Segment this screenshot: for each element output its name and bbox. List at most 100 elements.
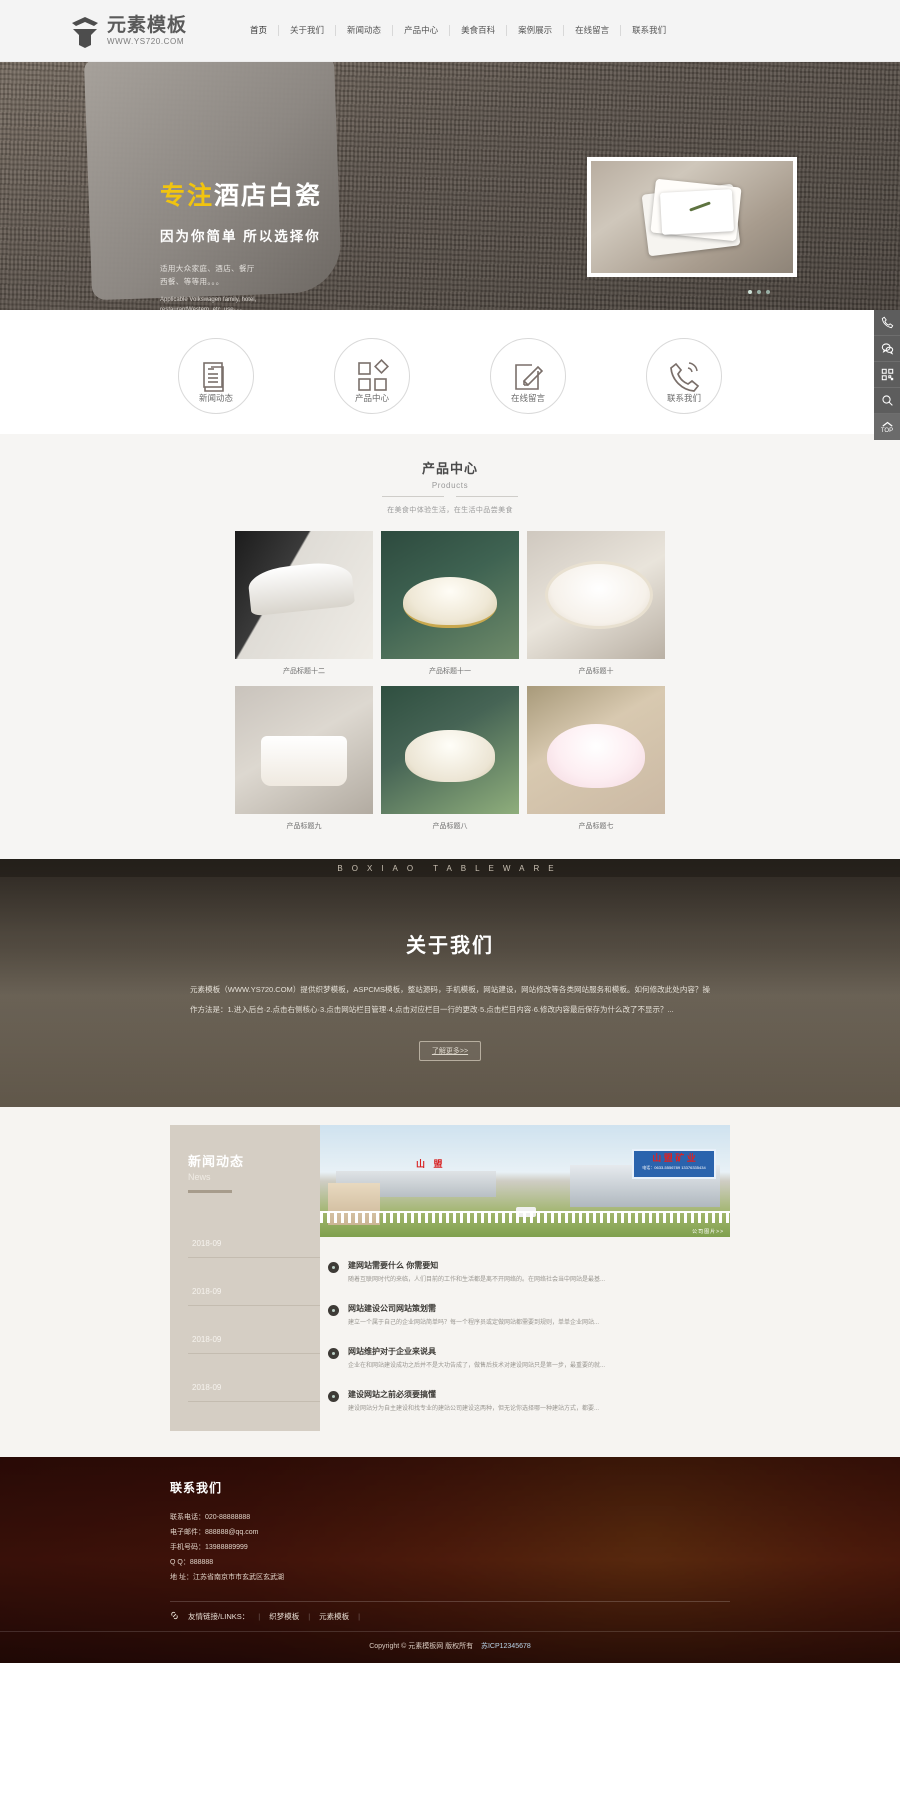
bullet-icon: [328, 1305, 339, 1316]
logo-mark-icon: [70, 14, 100, 48]
footer-links-label: 友情链接/LINKS：: [188, 1612, 250, 1622]
product-card[interactable]: 产品标题七: [527, 686, 665, 833]
news-list-item[interactable]: 网站建设公司网站策划需 建立一个属于自己的企业网站简单吗？每一个程序员或定做网站…: [328, 1294, 730, 1337]
product-image[interactable]: [527, 531, 665, 659]
news-item-title: 建设网站之前必须要搞懂: [348, 1390, 436, 1399]
news-title-underline: [188, 1190, 232, 1193]
news-featured-photo[interactable]: 山 盟 山 盟 矿 业 电话：0633-5556789 13376335434 …: [320, 1125, 730, 1237]
nav-item-about[interactable]: 关于我们: [278, 25, 335, 36]
news-date: 2018-09: [188, 1383, 320, 1402]
bullet-icon: [328, 1262, 339, 1273]
footer-contact-email: 电子邮件：888888@qq.com: [170, 1529, 259, 1537]
quick-link-products[interactable]: 产品中心: [326, 338, 418, 414]
qrcode-icon[interactable]: [874, 362, 900, 388]
product-name: 产品标题十一: [429, 668, 471, 675]
product-card[interactable]: 产品标题十二: [235, 531, 373, 678]
back-to-top-button[interactable]: TOP: [874, 414, 900, 440]
about-more-button[interactable]: 了解更多>>: [418, 1041, 482, 1061]
banner-title-rest: 酒店白瓷: [214, 182, 323, 210]
footer-contact-phone: 联系电话：020-88888888: [170, 1514, 251, 1521]
news-list-item[interactable]: 建设网站之前必须要搞懂 建设网站分为自主建设和找专业的建站公司建设这两种，但无论…: [328, 1380, 730, 1423]
news-item-desc: 建立一个属于自己的企业网站简单吗？每一个程序员或定做网站都需要到规则，单单企业网…: [348, 1320, 600, 1326]
banner-desc-en: Applicable Volkswagen family, hotel, res…: [160, 297, 257, 310]
product-card[interactable]: 产品标题八: [381, 686, 519, 833]
bullet-icon: [328, 1391, 339, 1402]
nav-item-message[interactable]: 在线留言: [563, 25, 620, 36]
footer-title: 联系我们: [170, 1481, 223, 1495]
news-date: 2018-09: [188, 1239, 320, 1258]
news-date: 2018-09: [188, 1287, 320, 1306]
news-title-en: News: [188, 1172, 211, 1182]
product-card[interactable]: 产品标题十一: [381, 531, 519, 678]
banner-desc-line1: 适用大众家庭、酒店、餐厅: [160, 264, 255, 273]
banner-title: 专注酒店白瓷: [160, 184, 322, 209]
product-name: 产品标题九: [286, 823, 322, 830]
product-grid: 产品标题十二 产品标题十一 产品标题十 产品标题九 产品标题八 产品标题七: [235, 531, 665, 833]
quick-link-label: 产品中心: [354, 393, 389, 403]
banner-pagination-dots[interactable]: [748, 290, 770, 294]
product-image[interactable]: [527, 686, 665, 814]
footer-link-separator: |: [358, 1612, 361, 1622]
footer-link-separator: |: [258, 1612, 261, 1622]
site-header: 元素模板 WWW.YS720.COM 首页 关于我们 新闻动态 产品中心 美食百…: [0, 0, 900, 62]
product-image[interactable]: [235, 686, 373, 814]
site-logo[interactable]: 元素模板 WWW.YS720.COM: [70, 14, 187, 48]
section-title-cn: 产品中心: [421, 461, 478, 476]
site-footer: 联系我们 联系电话：020-88888888 电子邮件：888888@qq.co…: [0, 1457, 900, 1664]
wechat-icon[interactable]: [874, 336, 900, 362]
product-card[interactable]: 产品标题十: [527, 531, 665, 678]
nav-item-contact[interactable]: 联系我们: [620, 25, 677, 36]
nav-item-cases[interactable]: 案例展示: [506, 25, 563, 36]
news-item-title: 建网站需要什么 你需要知: [348, 1261, 439, 1270]
section-description: 在美食中体验生活，在生活中品尝美食: [387, 507, 513, 514]
main-navigation[interactable]: 首页 关于我们 新闻动态 产品中心 美食百科 案例展示 在线留言 联系我们: [239, 25, 677, 36]
product-name: 产品标题十二: [283, 668, 325, 675]
footer-contact-mobile: 手机号码：13988889999: [170, 1544, 248, 1552]
quick-link-contact[interactable]: 联系我们: [638, 338, 730, 414]
footer-link-dedecms[interactable]: 织梦模板: [269, 1611, 299, 1622]
products-section: 产品中心 Products 在美食中体验生活，在生活中品尝美食 产品标题十二 产…: [0, 434, 900, 859]
bullet-icon: [328, 1348, 339, 1359]
footer-link-yusu[interactable]: 元素模板: [319, 1611, 349, 1622]
banner-dot[interactable]: [748, 290, 752, 294]
news-title-cn: 新闻动态: [188, 1154, 245, 1169]
quick-link-label: 联系我们: [666, 393, 701, 403]
news-section: 新闻动态 News 2018-09 2018-09 2018-09 2018-0…: [0, 1107, 900, 1457]
products-heading: 产品中心 Products 在美食中体验生活，在生活中品尝美食: [0, 458, 900, 515]
product-image[interactable]: [235, 531, 373, 659]
news-list-item[interactable]: 建网站需要什么 你需要知 随着互联网时代的来临，人们目前的工作和生活都是离不开网…: [328, 1251, 730, 1294]
nav-item-news[interactable]: 新闻动态: [335, 25, 392, 36]
quick-link-message[interactable]: 在线留言: [482, 338, 574, 414]
footer-icp-link[interactable]: 苏ICP12345678: [481, 1643, 531, 1650]
footer-friendly-links: 友情链接/LINKS： | 织梦模板 | 元素模板 |: [170, 1601, 730, 1631]
product-card[interactable]: 产品标题九: [235, 686, 373, 833]
banner-dot[interactable]: [766, 290, 770, 294]
news-date-list: 2018-09 2018-09 2018-09 2018-09: [188, 1239, 320, 1402]
footer-copyright-text: Copyright © 元素模板网 版权所有: [369, 1643, 474, 1651]
plate-shape: [659, 189, 735, 235]
quick-link-news[interactable]: 新闻动态: [170, 338, 262, 414]
banner-subtitle: 因为你简单 所以选择你: [160, 229, 321, 244]
floating-sidebar-toolbar[interactable]: TOP: [874, 310, 900, 440]
search-icon[interactable]: [874, 388, 900, 414]
footer-contact-address: 地 址：江苏省南京市市玄武区玄武湖: [170, 1574, 284, 1582]
logo-subtitle: WWW.YS720.COM: [107, 36, 185, 46]
news-item-title: 网站建设公司网站策划需: [348, 1304, 436, 1313]
section-title-en: Products: [431, 481, 469, 490]
factory-sign-title: 山 盟 矿 业: [652, 1153, 696, 1163]
about-ribbon: BOXIAO TABLEWARE: [0, 859, 900, 877]
banner-text-block: 专注酒店白瓷 因为你简单 所以选择你 适用大众家庭、酒店、餐厅 西餐、等等用。。…: [160, 184, 322, 311]
product-name: 产品标题十: [578, 668, 614, 675]
product-image[interactable]: [381, 531, 519, 659]
nav-item-products[interactable]: 产品中心: [392, 25, 449, 36]
product-image[interactable]: [381, 686, 519, 814]
nav-item-food-wiki[interactable]: 美食百科: [449, 25, 506, 36]
banner-dot[interactable]: [757, 290, 761, 294]
news-sidebar: 新闻动态 News 2018-09 2018-09 2018-09 2018-0…: [170, 1125, 320, 1431]
back-to-top-label: TOP: [880, 427, 894, 434]
phone-icon[interactable]: [874, 310, 900, 336]
news-list-item[interactable]: 网站维护对于企业来说具 企业在和网站建设成功之后并不是大功告成了，做售后技术对建…: [328, 1337, 730, 1380]
news-date: 2018-09: [188, 1335, 320, 1354]
news-item-desc: 建设网站分为自主建设和找专业的建站公司建设这两种，但无论你选择哪一种建站方式，都…: [348, 1406, 600, 1412]
nav-item-home[interactable]: 首页: [239, 25, 278, 36]
